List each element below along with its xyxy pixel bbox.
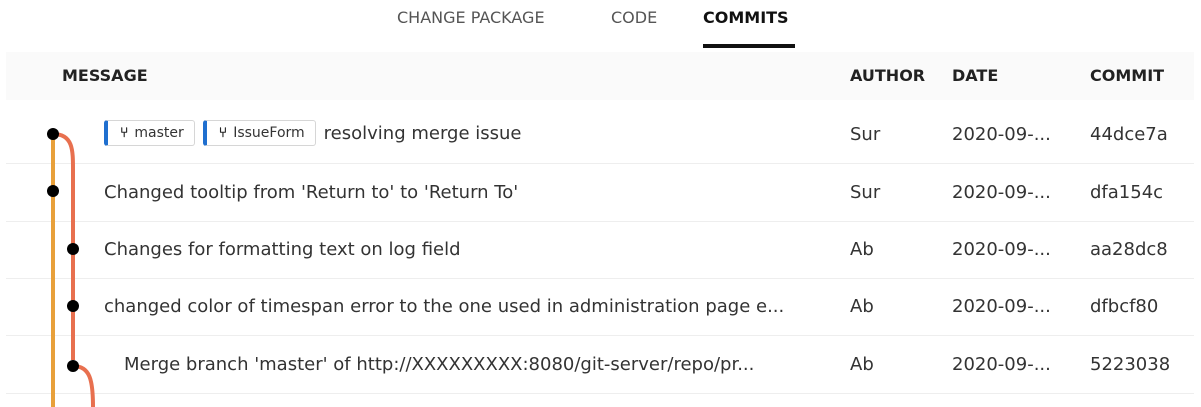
commit-author: Ab <box>850 354 874 375</box>
commit-row[interactable]: changed color of timespan error to the o… <box>6 278 1194 336</box>
git-branch-icon: ⑂ <box>120 125 129 141</box>
commit-message[interactable]: Merge branch 'master' of http://XXXXXXXX… <box>124 354 754 375</box>
commit-row[interactable]: Changes for formatting text on log field… <box>6 221 1194 279</box>
tab-change-package[interactable]: CHANGE PACKAGE <box>397 8 545 27</box>
branch-ref-issueform[interactable]: ⑂ IssueForm <box>202 120 316 146</box>
commit-row[interactable]: Changed tooltip from 'Return to' to 'Ret… <box>6 164 1194 222</box>
commits-table-header: MESSAGE AUTHOR DATE COMMIT <box>6 52 1194 100</box>
commit-date: 2020-09-... <box>952 124 1051 145</box>
commit-refs: ⑂ master ⑂ IssueForm resolving merge iss… <box>104 120 522 146</box>
commit-hash[interactable]: aa28dc8 <box>1090 239 1168 260</box>
commit-message[interactable]: changed color of timespan error to the o… <box>104 296 784 317</box>
column-header-date[interactable]: DATE <box>952 66 998 85</box>
commit-author: Ab <box>850 239 874 260</box>
commit-row[interactable]: Merge branch 'master' of http://XXXXXXXX… <box>6 336 1194 394</box>
tab-bar: CHANGE PACKAGE CODE COMMITS <box>0 0 1201 52</box>
tab-code[interactable]: CODE <box>611 8 657 27</box>
branch-ref-label: master <box>134 125 184 141</box>
commit-message[interactable]: resolving merge issue <box>324 123 522 144</box>
commit-hash[interactable]: dfa154c <box>1090 182 1163 203</box>
commit-hash[interactable]: dfbcf80 <box>1090 296 1158 317</box>
commit-author: Sur <box>850 124 881 145</box>
tab-commits[interactable]: COMMITS <box>703 8 789 27</box>
commit-hash[interactable]: 5223038 <box>1090 354 1170 375</box>
commit-hash[interactable]: 44dce7a <box>1090 124 1168 145</box>
commit-author: Ab <box>850 296 874 317</box>
column-header-message[interactable]: MESSAGE <box>62 66 148 85</box>
commit-message[interactable]: Changes for formatting text on log field <box>104 239 461 260</box>
branch-ref-master[interactable]: ⑂ master <box>104 120 195 146</box>
active-tab-indicator <box>703 44 795 48</box>
commit-row[interactable]: ⑂ master ⑂ IssueForm resolving merge iss… <box>6 106 1194 164</box>
commit-message[interactable]: Changed tooltip from 'Return to' to 'Ret… <box>104 182 518 203</box>
git-branch-icon: ⑂ <box>218 125 228 141</box>
branch-ref-label: IssueForm <box>233 125 305 141</box>
commit-date: 2020-09-... <box>952 239 1051 260</box>
commit-date: 2020-09-... <box>952 296 1051 317</box>
commit-author: Sur <box>850 182 881 203</box>
commit-date: 2020-09-... <box>952 182 1051 203</box>
column-header-commit[interactable]: COMMIT <box>1090 66 1164 85</box>
column-header-author[interactable]: AUTHOR <box>850 66 925 85</box>
commit-date: 2020-09-... <box>952 354 1051 375</box>
